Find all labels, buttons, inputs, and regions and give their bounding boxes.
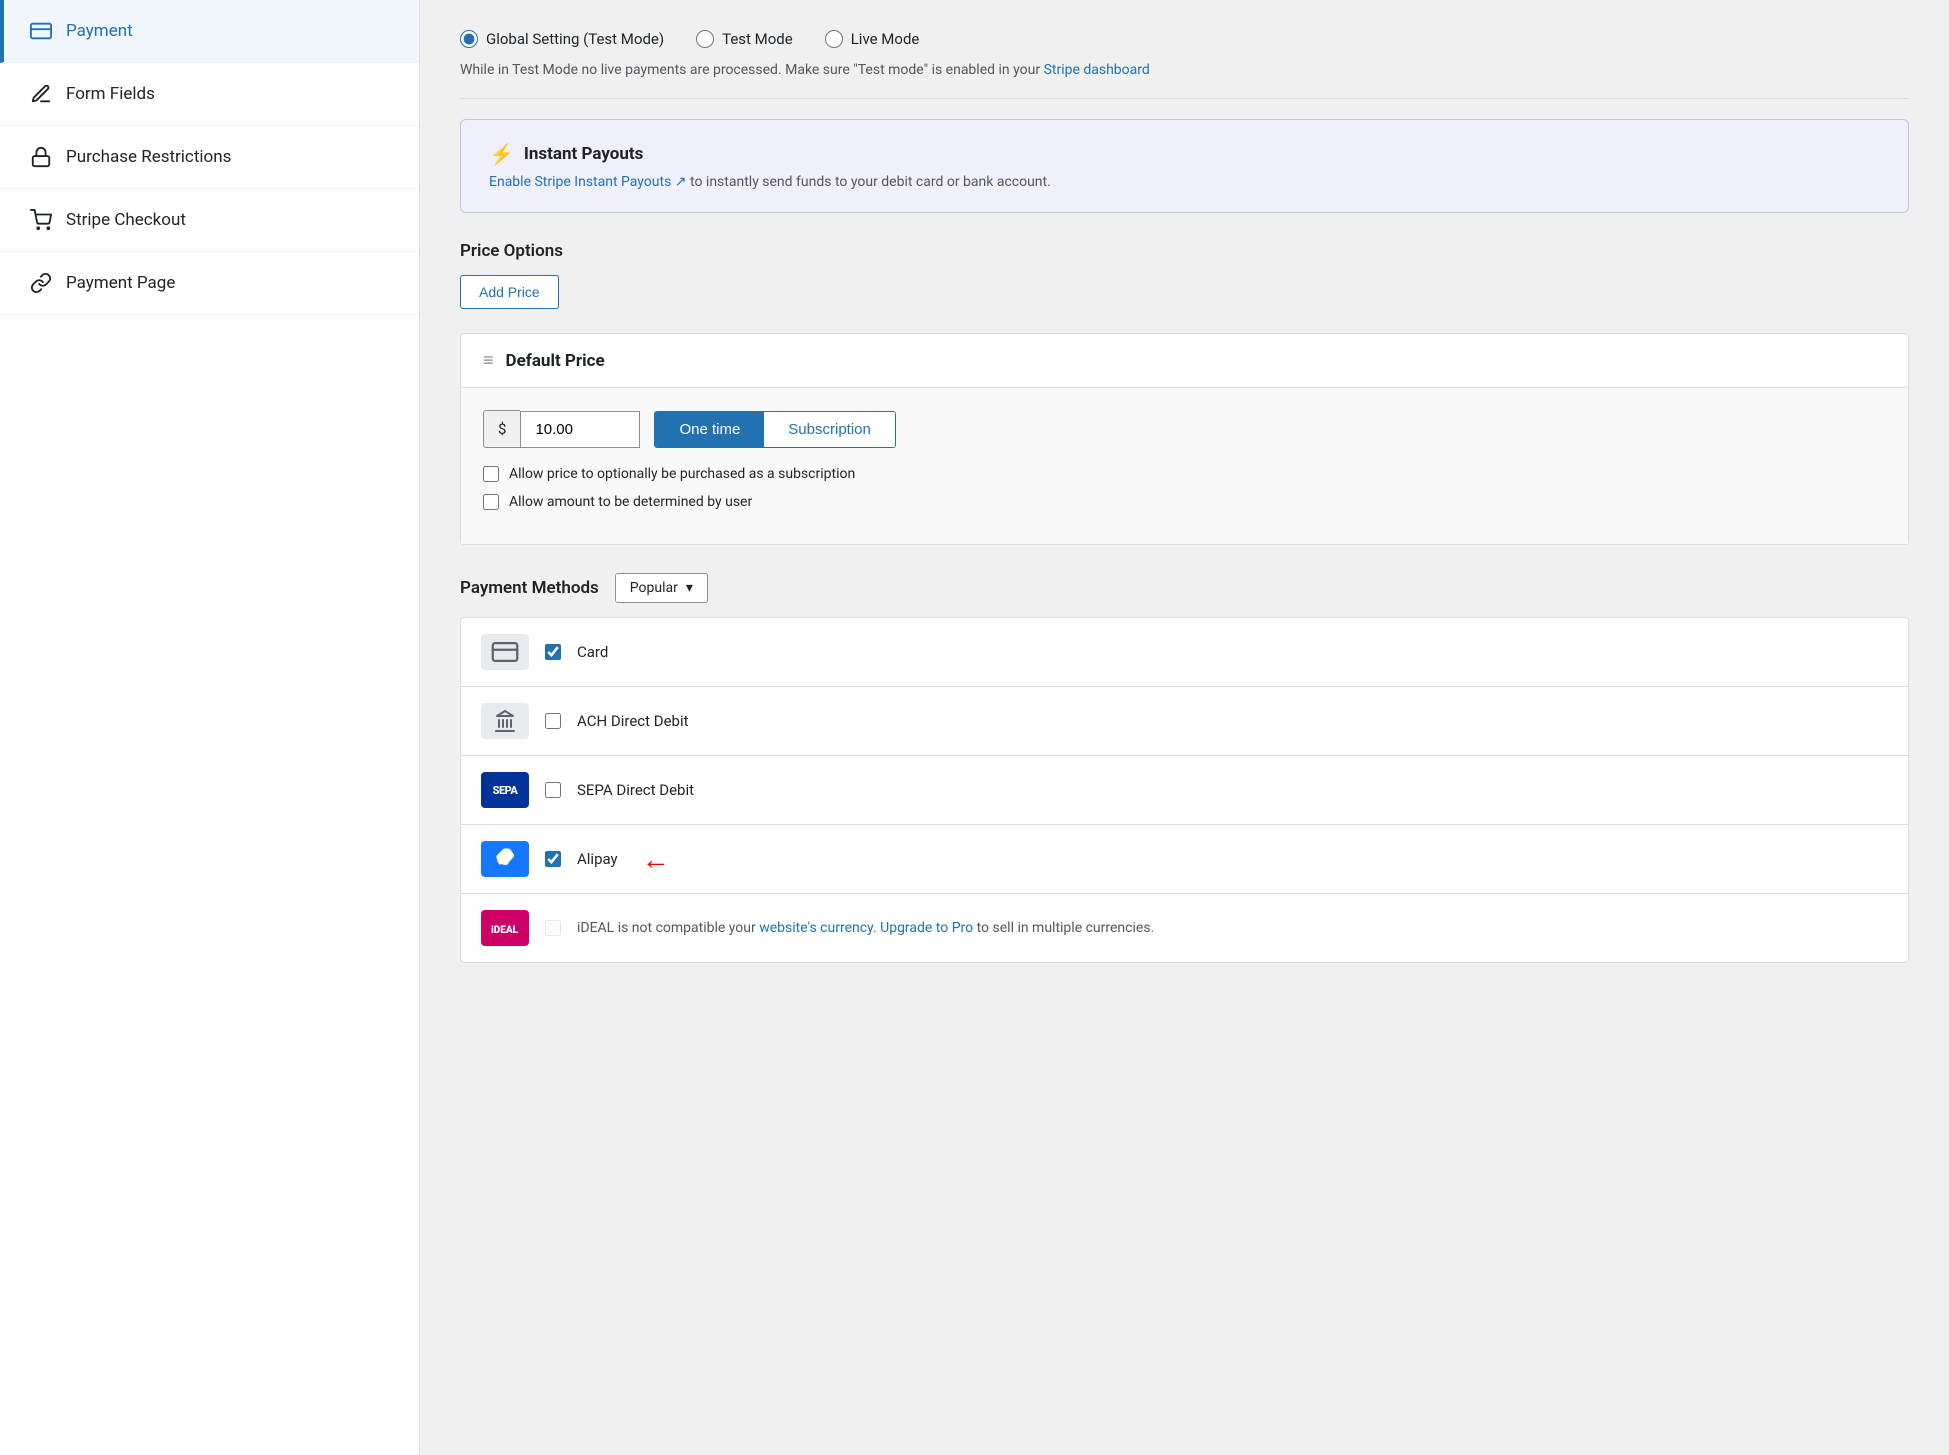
sidebar-item-label: Form Fields xyxy=(66,84,155,104)
live-mode-label[interactable]: Live Mode xyxy=(825,30,920,48)
main-content: Global Setting (Test Mode) Test Mode Liv… xyxy=(420,0,1949,1455)
sidebar-item-purchase-restrictions[interactable]: Purchase Restrictions xyxy=(0,126,419,189)
add-price-button[interactable]: Add Price xyxy=(460,275,559,309)
drag-handle-icon[interactable]: ≡ xyxy=(483,350,494,371)
alipay-method-icon: 支 xyxy=(481,841,529,877)
payment-filter-select[interactable]: Popular ▾ xyxy=(615,573,708,603)
sidebar-item-label: Stripe Checkout xyxy=(66,210,186,230)
payment-method-ach: ACH Direct Debit xyxy=(461,687,1908,756)
ach-method-icon xyxy=(481,703,529,739)
payment-method-alipay: 支 Alipay ← xyxy=(461,825,1908,894)
live-mode-text: Live Mode xyxy=(851,30,920,48)
sepa-method-icon: SEPA xyxy=(481,772,529,808)
global-mode-label[interactable]: Global Setting (Test Mode) xyxy=(460,30,664,48)
website-currency-link[interactable]: website's currency xyxy=(759,920,873,936)
sepa-label: SEPA Direct Debit xyxy=(577,781,694,799)
test-mode-label[interactable]: Test Mode xyxy=(696,30,793,48)
instant-payouts-title: ⚡ Instant Payouts xyxy=(489,142,1880,166)
price-options-title: Price Options xyxy=(460,241,1909,261)
price-input-row: $ One time Subscription xyxy=(483,410,1886,448)
default-price-card: ≡ Default Price $ One time Subscription … xyxy=(460,333,1909,545)
sepa-checkbox[interactable] xyxy=(545,782,561,798)
divider-1 xyxy=(460,98,1909,99)
instant-payouts-box: ⚡ Instant Payouts Enable Stripe Instant … xyxy=(460,119,1909,213)
subscription-button[interactable]: Subscription xyxy=(764,412,895,447)
price-card-body: $ One time Subscription Allow price to o… xyxy=(461,388,1908,544)
one-time-button[interactable]: One time xyxy=(655,412,764,447)
card-method-icon xyxy=(481,634,529,670)
price-type-toggle: One time Subscription xyxy=(654,411,895,448)
test-mode-radio[interactable] xyxy=(696,30,714,48)
sidebar-item-payment[interactable]: Payment xyxy=(0,0,419,63)
user-determined-label: Allow amount to be determined by user xyxy=(509,494,752,510)
user-determined-checkbox[interactable] xyxy=(483,494,499,510)
payment-method-ideal: iDEAL iDEAL is not compatible your websi… xyxy=(461,894,1908,962)
mode-selection: Global Setting (Test Mode) Test Mode Liv… xyxy=(460,30,1909,48)
payment-methods-header: Payment Methods Popular ▾ xyxy=(460,573,1909,603)
price-input[interactable] xyxy=(520,411,640,448)
ideal-method-icon: iDEAL xyxy=(481,910,529,946)
sidebar-item-label: Purchase Restrictions xyxy=(66,147,231,167)
alipay-label: Alipay xyxy=(577,850,618,868)
price-options-section: Price Options Add Price xyxy=(460,241,1909,333)
ideal-checkbox[interactable] xyxy=(545,920,561,936)
global-mode-radio[interactable] xyxy=(460,30,478,48)
chevron-down-icon: ▾ xyxy=(686,580,693,596)
payment-methods-section: Payment Methods Popular ▾ Car xyxy=(460,573,1909,963)
lightning-icon: ⚡ xyxy=(489,142,514,166)
alipay-arrow-icon: ← xyxy=(642,843,670,876)
form-fields-icon xyxy=(28,81,54,107)
payment-methods-title: Payment Methods xyxy=(460,578,599,598)
ach-checkbox[interactable] xyxy=(545,713,561,729)
stripe-dashboard-link[interactable]: Stripe dashboard xyxy=(1044,62,1150,78)
stripe-checkout-icon xyxy=(28,207,54,233)
payment-methods-list: Card ACH Dire xyxy=(460,617,1909,963)
card-label: Card xyxy=(577,643,608,661)
default-price-title: Default Price xyxy=(506,351,605,371)
ideal-label: iDEAL is not compatible your website's c… xyxy=(577,920,1154,936)
optional-subscription-checkbox[interactable] xyxy=(483,466,499,482)
test-mode-text: Test Mode xyxy=(722,30,793,48)
purchase-restrictions-icon xyxy=(28,144,54,170)
user-determined-row: Allow amount to be determined by user xyxy=(483,494,1886,510)
optional-subscription-label: Allow price to optionally be purchased a… xyxy=(509,466,855,482)
instant-payouts-description: Enable Stripe Instant Payouts ↗ to insta… xyxy=(489,174,1880,190)
optional-subscription-row: Allow price to optionally be purchased a… xyxy=(483,466,1886,482)
payment-page-icon xyxy=(28,270,54,296)
sidebar: Payment Form Fields Purchase Restriction… xyxy=(0,0,420,1455)
card-checkbox[interactable] xyxy=(545,644,561,660)
payment-method-sepa: SEPA SEPA Direct Debit xyxy=(461,756,1908,825)
global-mode-text: Global Setting (Test Mode) xyxy=(486,30,664,48)
currency-symbol: $ xyxy=(483,410,520,448)
sidebar-item-stripe-checkout[interactable]: Stripe Checkout xyxy=(0,189,419,252)
upgrade-to-pro-link[interactable]: Upgrade to Pro xyxy=(880,920,973,936)
payment-icon xyxy=(28,18,54,44)
svg-text:iDEAL: iDEAL xyxy=(491,925,519,936)
mode-description: While in Test Mode no live payments are … xyxy=(460,62,1909,78)
live-mode-radio[interactable] xyxy=(825,30,843,48)
enable-instant-payouts-link[interactable]: Enable Stripe Instant Payouts ↗ xyxy=(489,174,690,190)
svg-text:支: 支 xyxy=(498,854,509,866)
alipay-checkbox[interactable] xyxy=(545,851,561,867)
sidebar-item-label: Payment xyxy=(66,21,133,41)
price-card-header: ≡ Default Price xyxy=(461,334,1908,388)
sidebar-item-payment-page[interactable]: Payment Page xyxy=(0,252,419,315)
ach-label: ACH Direct Debit xyxy=(577,712,689,730)
sidebar-item-form-fields[interactable]: Form Fields xyxy=(0,63,419,126)
sidebar-item-label: Payment Page xyxy=(66,273,175,293)
payment-method-card: Card xyxy=(461,618,1908,687)
